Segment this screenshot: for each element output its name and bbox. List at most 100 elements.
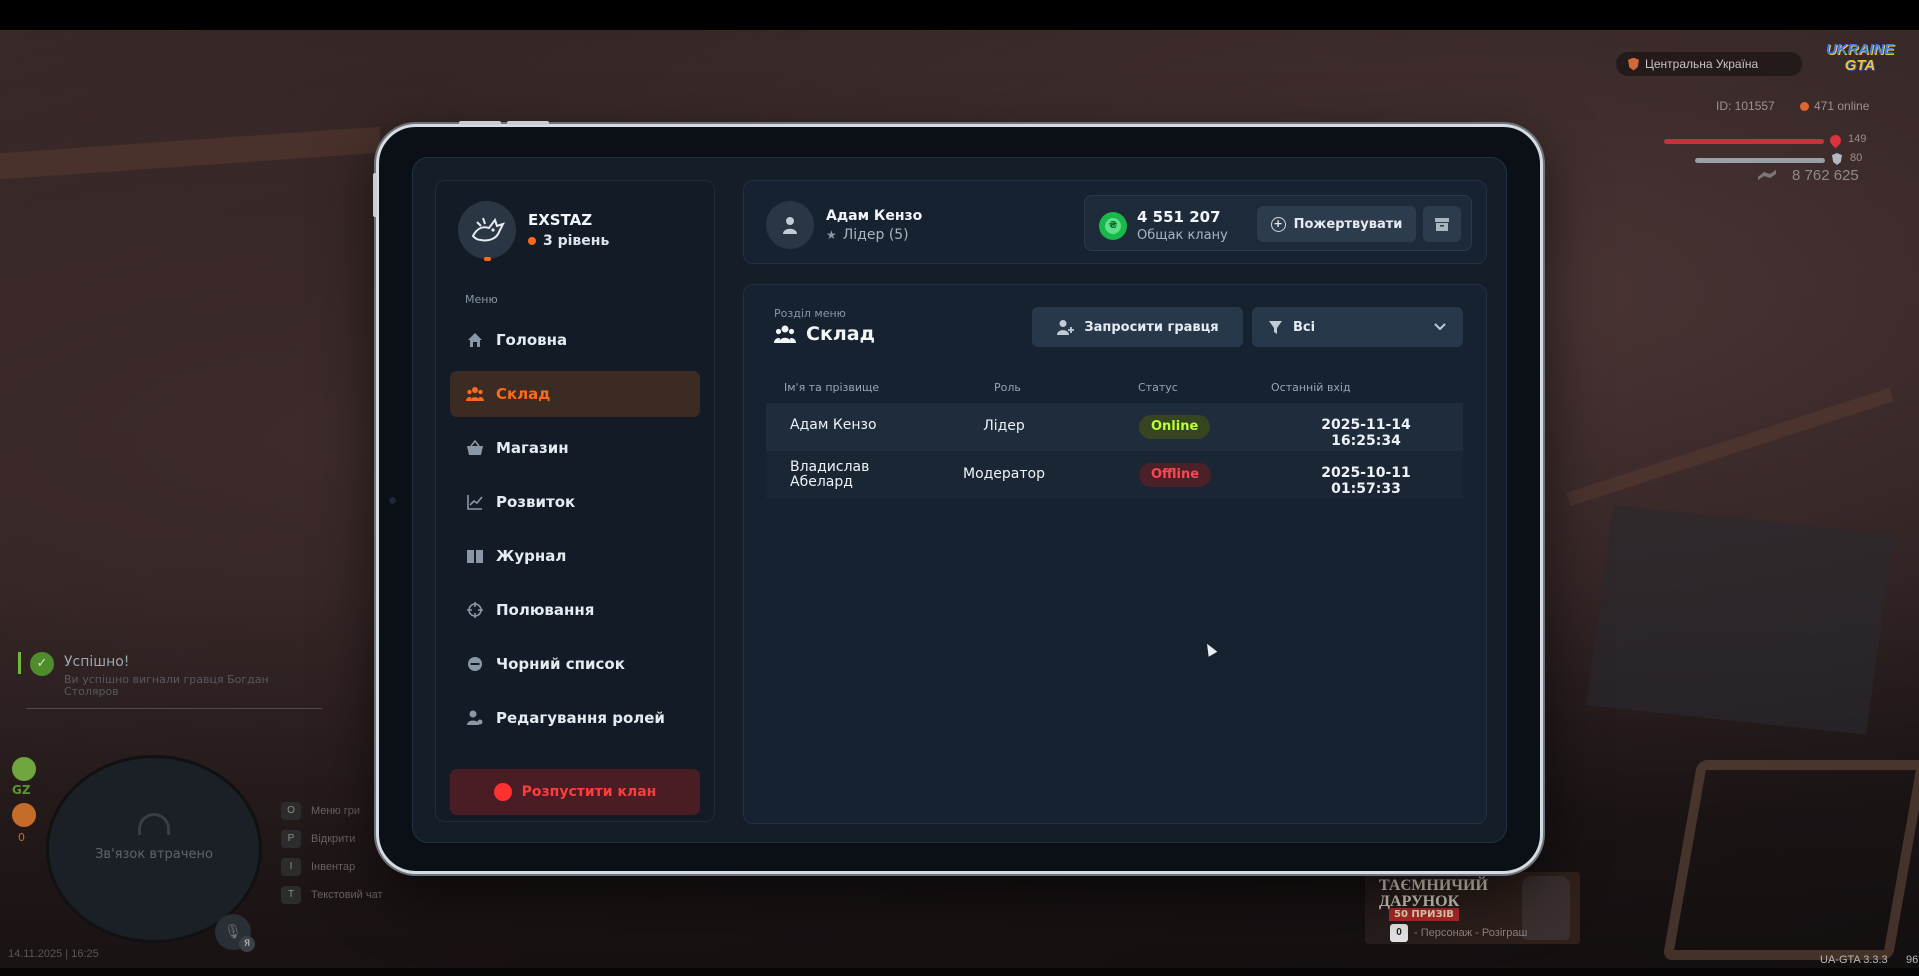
donate-label: Пожертвувати bbox=[1293, 216, 1403, 232]
tablet-button bbox=[459, 121, 501, 125]
promo-title-line-1: ТАЄМНИЧИЙ bbox=[1379, 877, 1488, 894]
hotkey-item: T Текстовий чат bbox=[281, 881, 383, 909]
money-value: 8 762 625 bbox=[1792, 167, 1859, 184]
filter-icon bbox=[1269, 320, 1282, 334]
clan-emblem-icon bbox=[471, 217, 505, 242]
ceiling-beam bbox=[0, 126, 380, 180]
member-name: Владислав Абелард bbox=[790, 459, 870, 490]
armor-bar bbox=[1695, 158, 1825, 163]
hotkey-label: Текстовий чат bbox=[311, 889, 383, 901]
member-name: Адам Кензо bbox=[790, 417, 877, 433]
table-row[interactable]: Владислав Абелард Модератор Offline 2025… bbox=[766, 451, 1463, 499]
clan-avatar bbox=[458, 201, 516, 261]
user-role-text: Лідер (5) bbox=[842, 226, 909, 243]
hotkey-item: I Інвентар bbox=[281, 853, 383, 881]
hotkey-key: O bbox=[281, 802, 301, 820]
tablet-button bbox=[507, 121, 549, 125]
page-title: Склад bbox=[774, 323, 875, 345]
sidebar-item-shop[interactable]: Магазин bbox=[450, 425, 700, 471]
section-caption: Розділ меню bbox=[774, 307, 846, 320]
status-badge: Online bbox=[1139, 415, 1211, 439]
block-icon bbox=[468, 657, 482, 671]
disband-label: Розпустити клан bbox=[521, 784, 657, 800]
online-count: 471 online bbox=[1814, 99, 1870, 113]
clan-level-text: 3 рівень bbox=[543, 233, 610, 249]
notification-accent bbox=[18, 652, 21, 674]
sidebar-item-label: Чорний список bbox=[496, 655, 625, 673]
sidebar-item-home[interactable]: Головна bbox=[450, 317, 700, 363]
sidebar-item-label: Розвиток bbox=[496, 493, 576, 511]
hotkey-label: Інвентар bbox=[311, 861, 356, 873]
sidebar-item-edit-roles[interactable]: Редагування ролей bbox=[450, 695, 700, 741]
column-header-status: Статус bbox=[1138, 381, 1178, 394]
region-name: Центральна Україна bbox=[1645, 57, 1759, 71]
microphone-icon: 🎙 Я bbox=[215, 914, 255, 952]
floor-line bbox=[1566, 387, 1894, 507]
minimap-status: Зв'язок втрачено bbox=[95, 847, 213, 862]
server-logo: UKRAINE GTA bbox=[1818, 42, 1902, 80]
version-label: UA-GTA 3.3.3 bbox=[1820, 954, 1888, 966]
metal-cabinet bbox=[1585, 505, 1895, 735]
status-badge: Offline bbox=[1139, 463, 1212, 487]
table-row[interactable]: Адам Кензо Лідер Online 2025-11-14 16:25… bbox=[766, 403, 1463, 451]
logo-line-2: GTA bbox=[1844, 57, 1876, 74]
hotkey-label: Відкрити bbox=[311, 833, 356, 845]
tablet-side-button bbox=[373, 173, 377, 217]
player-id: ID: 101557 bbox=[1716, 99, 1775, 113]
bank-value: 4 551 207 bbox=[1137, 208, 1221, 226]
hotkey-item: O Меню гри bbox=[281, 797, 383, 825]
tablet-device: EXSTAZ 3 рівень Меню Головна Склад Магаз… bbox=[373, 121, 1543, 874]
sidebar-item-label: Склад bbox=[496, 385, 551, 403]
money-icon bbox=[1758, 170, 1776, 180]
user-name: Адам Кензо bbox=[826, 207, 923, 224]
user-icon bbox=[783, 217, 797, 234]
current-user: Адам Кензо ★ Лідер (5) bbox=[766, 201, 922, 249]
star-icon: ★ bbox=[826, 227, 837, 242]
clan-profile: EXSTAZ 3 рівень bbox=[458, 201, 610, 261]
gangzone-icon bbox=[12, 757, 36, 781]
bank-history-button[interactable] bbox=[1423, 206, 1461, 242]
sidebar-item-journal[interactable]: Журнал bbox=[450, 533, 700, 579]
level-dot-icon bbox=[528, 237, 536, 245]
members-table: Ім'я та прізвище Роль Статус Останній вх… bbox=[766, 373, 1463, 499]
sidebar-item-label: Полювання bbox=[496, 601, 595, 619]
sidebar-item-blacklist[interactable]: Чорний список bbox=[450, 641, 700, 687]
invite-player-button[interactable]: Запросити гравця bbox=[1032, 307, 1243, 347]
sidebar-item-label: Редагування ролей bbox=[496, 709, 665, 727]
check-icon: ✓ bbox=[30, 652, 54, 676]
notification-text: Ви успішно вигнали гравця Богдан Столяро… bbox=[64, 673, 269, 698]
invite-label: Запросити гравця bbox=[1084, 319, 1219, 335]
wanted-label: 0 bbox=[18, 831, 25, 844]
hotkey-item: P Відкрити bbox=[281, 825, 383, 853]
logo-line-1: UKRAINE bbox=[1825, 41, 1895, 58]
sidebar-item-warehouse[interactable]: Склад bbox=[450, 371, 700, 417]
letterbox-top bbox=[0, 0, 1919, 30]
content-panel: Розділ меню Склад Запросити гравця Всі І… bbox=[743, 284, 1487, 824]
status-filter-select[interactable]: Всі bbox=[1252, 307, 1463, 347]
disband-clan-button[interactable]: Розпустити клан bbox=[450, 769, 700, 815]
chevron-down-icon bbox=[1434, 323, 1446, 331]
region-badge: Центральна Україна bbox=[1616, 52, 1802, 76]
user-role: ★ Лідер (5) bbox=[826, 227, 922, 243]
clan-bank: ₴ 4 551 207 Общак клану + Пожертвувати bbox=[1084, 195, 1472, 251]
column-header-last-login: Останній вхід bbox=[1271, 381, 1351, 394]
promo-key: 0 bbox=[1390, 924, 1408, 942]
region-shield-icon bbox=[1628, 57, 1639, 71]
sidebar-item-label: Головна bbox=[496, 331, 568, 349]
members-icon bbox=[466, 387, 484, 401]
fps-counter: 96 bbox=[1906, 954, 1919, 966]
sidebar-item-hunting[interactable]: Полювання bbox=[450, 587, 700, 633]
last-login: 2025-11-14 16:25:34 bbox=[1321, 417, 1411, 449]
header-panel: Адам Кензо ★ Лідер (5) ₴ 4 551 207 Общак… bbox=[743, 180, 1487, 264]
page-title-text: Склад bbox=[806, 323, 875, 345]
letterbox-bottom bbox=[0, 968, 1919, 976]
date-time: 14.11.2025 | 16:25 bbox=[8, 948, 99, 960]
promo-character-image bbox=[1522, 876, 1570, 940]
donate-button[interactable]: + Пожертвувати bbox=[1257, 206, 1416, 242]
tablet-camera bbox=[389, 497, 396, 504]
clan-name: EXSTAZ bbox=[528, 211, 593, 229]
sidebar-item-development[interactable]: Розвиток bbox=[450, 479, 700, 525]
health-bar bbox=[1664, 139, 1824, 144]
members-icon bbox=[774, 325, 796, 343]
sidebar-item-label: Магазин bbox=[496, 439, 569, 457]
